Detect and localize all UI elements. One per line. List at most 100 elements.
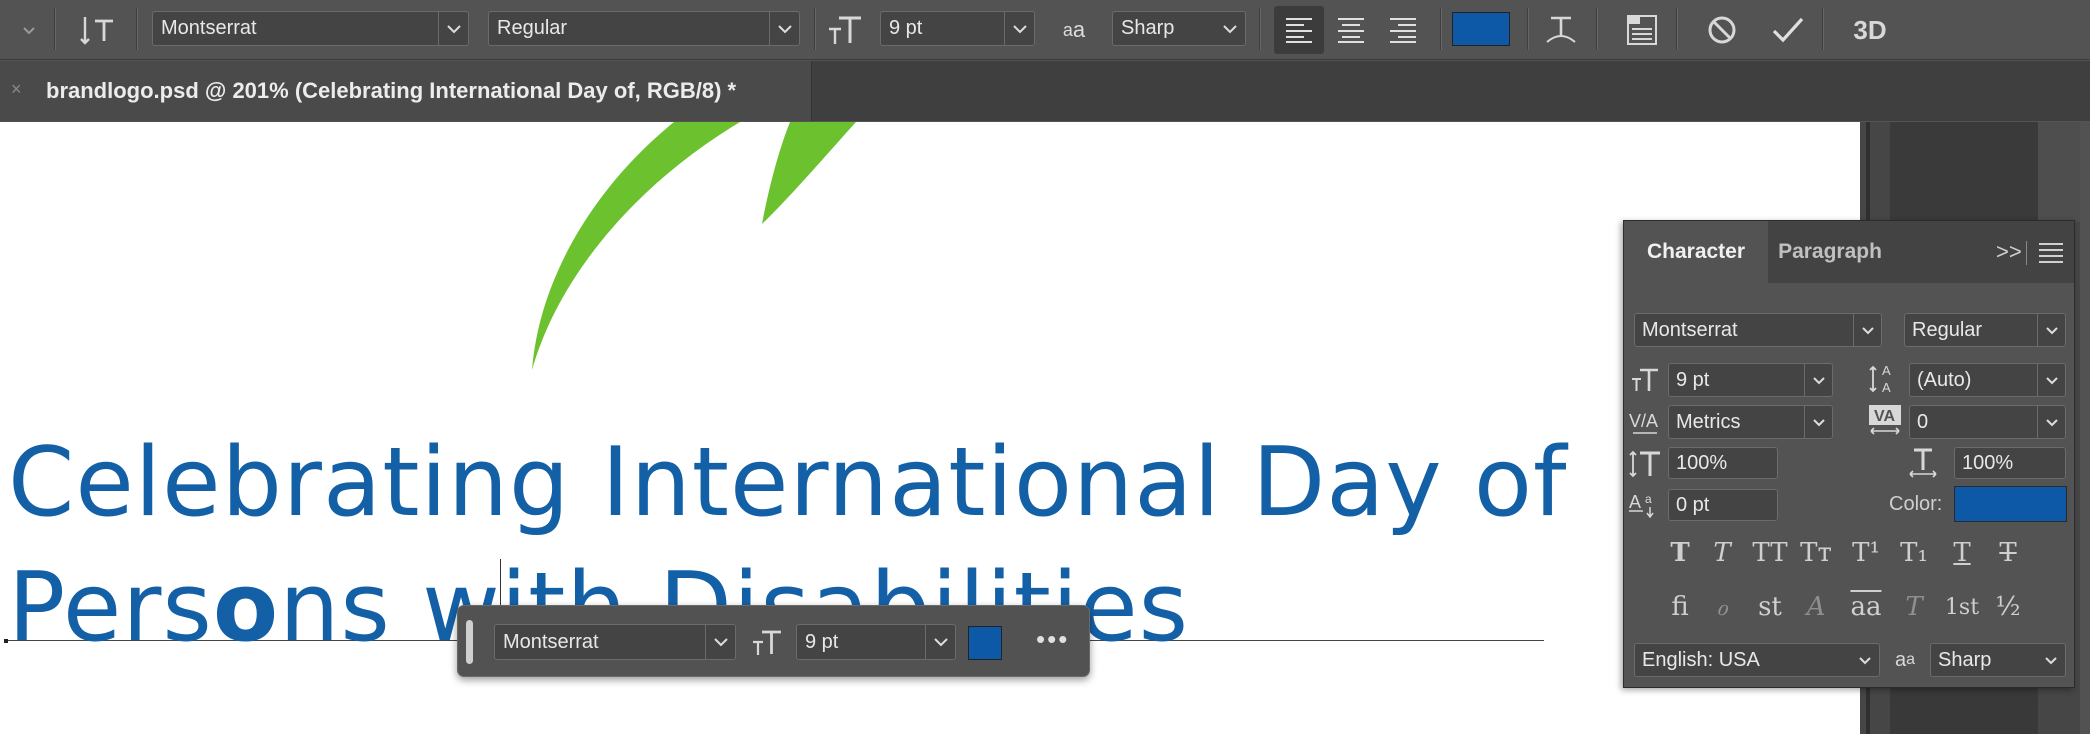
panel-menu-icon[interactable]	[2039, 243, 2063, 267]
more-options-icon[interactable]: •••	[1036, 624, 1069, 655]
all-caps-button[interactable]: TT	[1750, 533, 1790, 573]
ctx-font-family-select[interactable]: Montserrat	[494, 624, 736, 660]
font-size-select[interactable]: 9 pt	[880, 11, 1035, 46]
chevron-down-icon	[2037, 644, 2065, 676]
chevron-down-icon	[2037, 364, 2065, 396]
character-panel-icon[interactable]	[1622, 10, 1662, 50]
cp-horizontal-scale-field[interactable]: 100%	[1954, 447, 2066, 479]
cp-kerning-select[interactable]: Metrics	[1668, 405, 1833, 439]
svg-text:A: A	[1629, 492, 1641, 512]
text-segment: Pers	[8, 553, 213, 663]
chevron-down-icon	[925, 625, 955, 659]
chevron-down-icon	[1804, 364, 1832, 396]
antialias-glyph: a	[1072, 17, 1086, 42]
cp-vertical-scale-field[interactable]: 100%	[1668, 447, 1778, 479]
cp-baseline-shift-field[interactable]: 0 pt	[1668, 489, 1778, 521]
ctx-font-size-value: 9 pt	[805, 630, 839, 653]
swash-button[interactable]: A	[1796, 587, 1836, 627]
font-size-icon	[826, 12, 864, 48]
antialias-icon: aa	[1894, 648, 1916, 671]
cp-antialias-value: Sharp	[1938, 648, 1992, 671]
vertical-scale-icon	[1626, 447, 1664, 481]
align-right-icon[interactable]	[1378, 6, 1428, 54]
cp-font-style-select[interactable]: Regular	[1904, 313, 2066, 347]
chevron-down-icon	[1004, 12, 1034, 45]
text-color-swatch[interactable]	[1452, 12, 1510, 46]
cancel-icon[interactable]	[1702, 10, 1742, 50]
font-style-value: Regular	[497, 17, 568, 39]
font-family-select[interactable]: Montserrat	[152, 11, 469, 46]
underline-button[interactable]: T	[1942, 533, 1982, 573]
cp-font-style-value: Regular	[1912, 318, 1983, 341]
ligatures-button[interactable]: fi	[1660, 587, 1700, 627]
text-orientation-icon[interactable]	[78, 12, 118, 48]
superscript-button[interactable]: T¹	[1846, 533, 1886, 573]
cp-font-family-value: Montserrat	[1642, 318, 1738, 341]
titling-alternates-button[interactable]: T	[1894, 587, 1934, 627]
cp-horizontal-scale-value: 100%	[1962, 451, 2014, 474]
horizontal-scale-icon	[1904, 445, 1942, 479]
cp-language-select[interactable]: English: USA	[1634, 643, 1880, 677]
color-label: Color:	[1889, 493, 1943, 515]
canvas-text-line-1[interactable]: Celebrating International Day of	[8, 428, 1567, 538]
old-style-button[interactable]: ℴ	[1702, 587, 1742, 627]
chevron-down-icon	[1215, 12, 1245, 45]
document-tab-title: brandlogo.psd @ 201% (Celebrating Intern…	[46, 78, 737, 103]
align-left-icon[interactable]	[1274, 6, 1324, 54]
svg-text:a: a	[1645, 492, 1652, 506]
faux-bold-button[interactable]: T	[1660, 533, 1700, 573]
antialias-select[interactable]: Sharp	[1112, 11, 1246, 46]
strikethrough-button[interactable]: T	[1988, 533, 2028, 573]
3d-icon[interactable]: 3D	[1848, 12, 1892, 48]
tool-preset-icon[interactable]	[12, 14, 46, 46]
small-caps-button[interactable]: Tт	[1796, 533, 1836, 573]
font-style-select[interactable]: Regular	[488, 11, 800, 46]
ordinals-button[interactable]: 1st	[1942, 587, 1982, 627]
chevron-down-icon	[1853, 314, 1881, 346]
logo-leaf-shapes	[532, 122, 856, 370]
commit-icon[interactable]	[1768, 10, 1808, 50]
ctx-font-size-select[interactable]: 9 pt	[796, 624, 956, 660]
antialias-icon: aa	[1062, 17, 1086, 42]
document-tab[interactable]: × brandlogo.psd @ 201% (Celebrating Inte…	[0, 61, 812, 121]
collapse-panel-icon[interactable]: >>	[1996, 239, 2022, 265]
cp-tracking-select[interactable]: 0	[1909, 405, 2066, 439]
scrollbar[interactable]	[2080, 122, 2090, 734]
cp-font-size-value: 9 pt	[1676, 368, 1710, 391]
svg-text:VA: VA	[1874, 408, 1895, 425]
cp-font-family-select[interactable]: Montserrat	[1634, 313, 1882, 347]
warp-text-icon[interactable]	[1540, 10, 1582, 50]
chevron-down-icon	[438, 12, 468, 45]
tab-paragraph[interactable]: Paragraph	[1768, 221, 1892, 283]
close-tab-icon[interactable]: ×	[11, 79, 22, 100]
panel-tab-strip: Character Paragraph >>	[1624, 221, 2074, 283]
cp-font-size-select[interactable]: 9 pt	[1668, 363, 1833, 397]
cp-antialias-select[interactable]: Sharp	[1930, 643, 2066, 677]
cp-leading-select[interactable]: (Auto)	[1909, 363, 2066, 397]
chevron-down-icon	[2037, 314, 2065, 346]
tab-character[interactable]: Character	[1624, 221, 1768, 283]
chevron-down-icon	[1804, 406, 1832, 438]
font-size-value: 9 pt	[889, 17, 923, 39]
drag-handle[interactable]	[466, 620, 473, 664]
chevron-down-icon	[1851, 644, 1879, 676]
subscript-button[interactable]: T₁	[1894, 533, 1934, 573]
3d-label: 3D	[1853, 14, 1887, 45]
svg-text:V/A: V/A	[1629, 411, 1658, 431]
fractions-button[interactable]: ½	[1988, 587, 2028, 627]
cp-kerning-value: Metrics	[1676, 410, 1741, 433]
ctx-color-swatch[interactable]	[968, 626, 1002, 660]
document-tab-bar: × brandlogo.psd @ 201% (Celebrating Inte…	[0, 61, 2090, 121]
faux-italic-button[interactable]: T	[1702, 533, 1742, 573]
chevron-down-icon	[769, 12, 799, 45]
antialias-value: Sharp	[1121, 17, 1175, 39]
cp-color-swatch[interactable]	[1954, 486, 2067, 522]
cp-baseline-shift-value: 0 pt	[1676, 493, 1710, 516]
character-panel: Character Paragraph >> Montserrat Regula…	[1623, 220, 2075, 688]
discretionary-ligatures-button[interactable]: st	[1750, 587, 1790, 627]
align-center-icon[interactable]	[1326, 6, 1376, 54]
stylistic-alternates-button[interactable]: aa	[1846, 587, 1886, 627]
leading-icon: AA	[1866, 361, 1904, 395]
chevron-down-icon	[705, 625, 735, 659]
svg-text:A: A	[1882, 363, 1891, 378]
